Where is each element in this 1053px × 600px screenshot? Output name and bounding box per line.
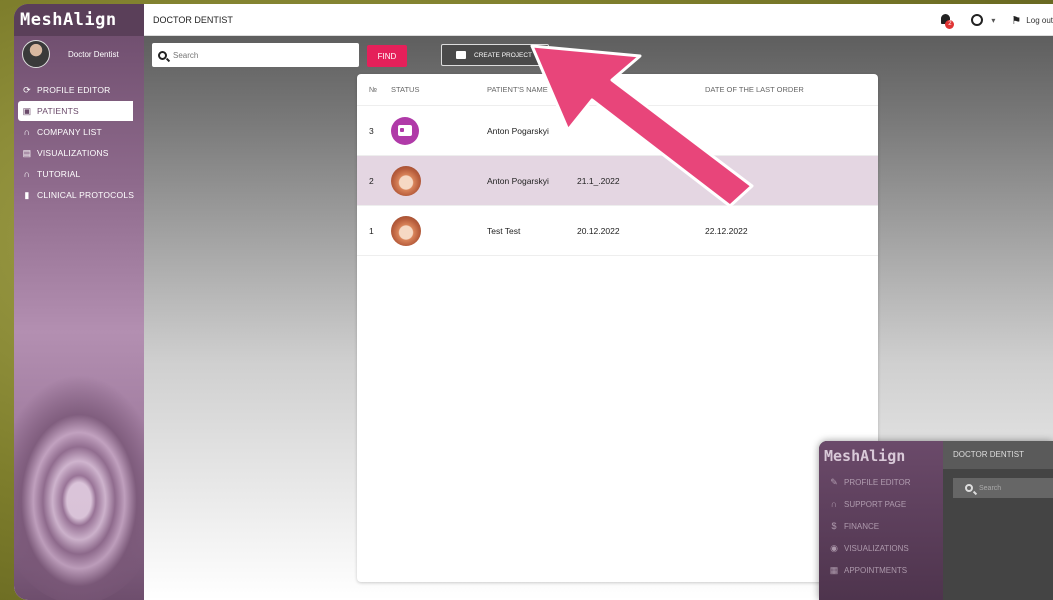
- sidebar-item-label: COMPANY LIST: [37, 127, 102, 137]
- mini-item-label: VISUALIZATIONS: [844, 543, 909, 553]
- mini-item-label: APPOINTMENTS: [844, 565, 908, 575]
- user-profile[interactable]: Doctor Dentist: [14, 36, 144, 72]
- notification-bell-icon[interactable]: 2: [939, 13, 955, 29]
- document-icon: ▮: [24, 189, 30, 200]
- status-aligner-icon: [391, 215, 421, 246]
- user-name: Doctor Dentist: [68, 49, 119, 59]
- mini-item-label: PROFILE EDITOR: [844, 477, 911, 487]
- column-header-number[interactable]: №: [357, 85, 385, 94]
- date-created: 20.12.2022: [577, 225, 620, 236]
- page-title: DOCTOR DENTIST: [153, 14, 233, 25]
- globe-icon[interactable]: [971, 14, 984, 26]
- sidebar-item-label: PROFILE EDITOR: [37, 85, 111, 95]
- logout-label: Log out: [1026, 15, 1053, 25]
- mini-item-appointments[interactable]: ▦ APPOINTMENTS: [819, 559, 943, 581]
- calendar-icon: ▦: [829, 564, 839, 575]
- sidebar-item-label: PATIENTS: [37, 106, 79, 116]
- sidebar-item-profile-editor[interactable]: ⟳ PROFILE EDITOR: [18, 80, 144, 100]
- avatar: [22, 40, 50, 68]
- date-last-order: 22.12.2022: [705, 225, 748, 236]
- patient-name: Test Test: [487, 225, 521, 236]
- mini-top-bar: DOCTOR DENTIST: [943, 441, 1053, 469]
- grid-icon: ▤: [22, 147, 32, 158]
- mini-item-support-page[interactable]: ∩ SUPPORT PAGE: [819, 493, 943, 515]
- running-person-icon: ⚑: [1011, 14, 1022, 27]
- decorative-swirl: [14, 374, 164, 600]
- mini-item-label: SUPPORT PAGE: [844, 499, 907, 509]
- top-bar: DOCTOR DENTIST 2 ▾ ⚑ Log out: [144, 4, 1053, 36]
- sync-icon: ⟳: [23, 84, 31, 95]
- sidebar-item-visualizations[interactable]: ▤ VISUALIZATIONS: [18, 143, 144, 163]
- sidebar-item-label: CLINICAL PROTOCOLS: [37, 190, 135, 200]
- notification-badge: 2: [945, 20, 955, 29]
- search-icon: [965, 484, 973, 492]
- sidebar-item-company-list[interactable]: ∩ COMPANY LIST: [18, 122, 144, 142]
- row-number: 1: [369, 225, 374, 236]
- id-card-icon: ▣: [22, 105, 32, 116]
- search-input[interactable]: [173, 50, 343, 60]
- mini-search-bar[interactable]: Search: [953, 478, 1053, 498]
- mini-item-label: FINANCE: [844, 521, 880, 531]
- eye-icon: ◉: [830, 542, 838, 553]
- mini-brand-logo: MeshAlign: [824, 447, 906, 465]
- headset-icon: ∩: [23, 127, 31, 137]
- sidebar-item-label: VISUALIZATIONS: [37, 148, 109, 158]
- column-header-status[interactable]: STATUS: [385, 85, 457, 94]
- sidebar-item-clinical-protocols[interactable]: ▮ CLINICAL PROTOCOLS: [18, 185, 144, 205]
- top-actions: 2 ▾ ⚑ Log out: [939, 4, 1053, 36]
- preview-window: MeshAlign ✎ PROFILE EDITOR ∩ SUPPORT PAG…: [819, 441, 1053, 600]
- status-aligner-icon: [391, 165, 421, 196]
- mini-sidebar: MeshAlign ✎ PROFILE EDITOR ∩ SUPPORT PAG…: [819, 441, 943, 600]
- mini-search-placeholder: Search: [979, 484, 1002, 492]
- sidebar-item-label: TUTORIAL: [37, 169, 81, 179]
- chevron-down-icon[interactable]: ▾: [991, 16, 995, 25]
- sidebar-item-tutorial[interactable]: ∩ TUTORIAL: [18, 164, 144, 184]
- sidebar-nav: ⟳ PROFILE EDITOR ▣ PATIENTS ∩ COMPANY LI…: [14, 80, 144, 205]
- pencil-icon: ✎: [830, 476, 838, 487]
- row-number: 3: [369, 125, 374, 136]
- status-card-icon: [391, 116, 419, 145]
- dollar-icon: $: [831, 521, 837, 531]
- find-button[interactable]: FIND: [367, 45, 407, 67]
- mini-item-visualizations[interactable]: ◉ VISUALIZATIONS: [819, 537, 943, 559]
- table-row[interactable]: 1 Test Test 20.12.2022 22.12.2022: [357, 206, 878, 256]
- headset-icon: ∩: [830, 499, 838, 509]
- sidebar: MeshAlign Doctor Dentist ⟳ PROFILE EDITO…: [14, 4, 164, 600]
- search-icon: [158, 50, 167, 60]
- row-number: 2: [369, 175, 374, 186]
- brand-logo: MeshAlign: [14, 4, 144, 36]
- search-bar: [152, 43, 359, 67]
- pointer-arrow-icon: [530, 44, 754, 208]
- mini-item-finance[interactable]: $ FINANCE: [819, 515, 943, 537]
- headset-icon: ∩: [23, 169, 31, 179]
- sidebar-item-patients[interactable]: ▣ PATIENTS: [18, 101, 133, 121]
- logout-button[interactable]: ⚑ Log out: [1011, 14, 1053, 27]
- folder-icon: [456, 51, 466, 59]
- mini-item-profile-editor[interactable]: ✎ PROFILE EDITOR: [819, 471, 943, 493]
